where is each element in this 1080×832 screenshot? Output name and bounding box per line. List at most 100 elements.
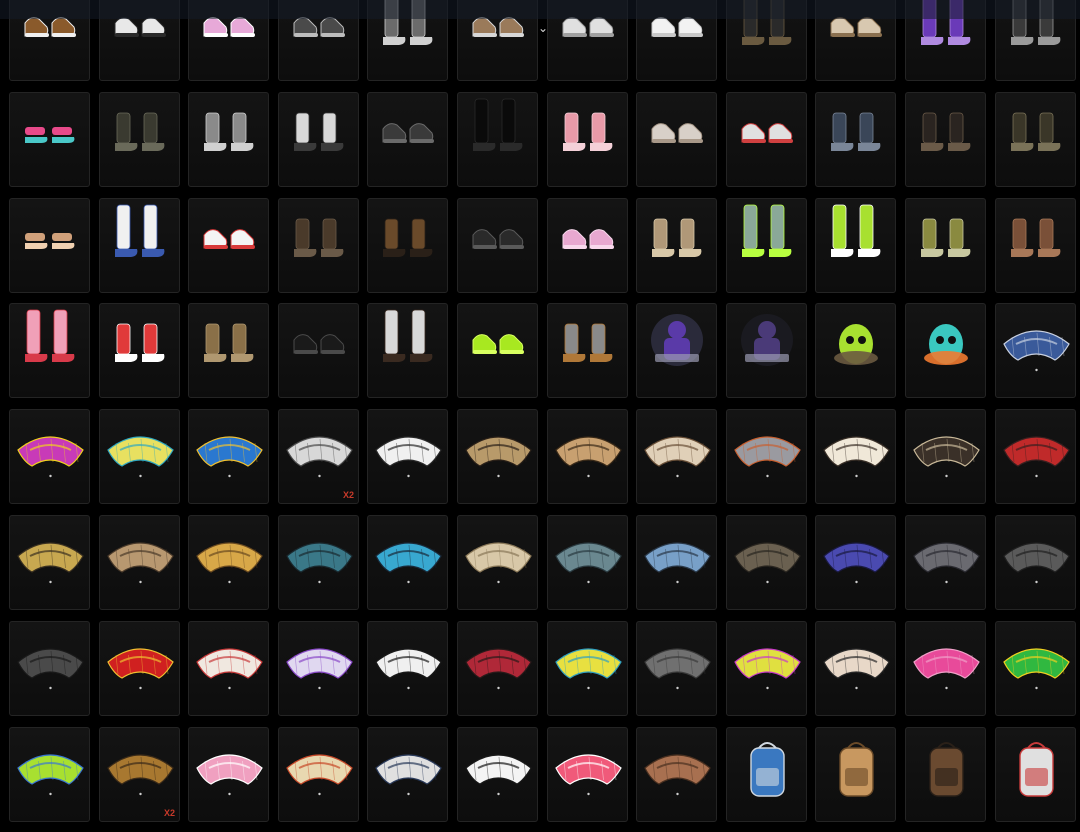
shoes-item-tile[interactable] (99, 198, 180, 293)
parachute-item-tile[interactable] (9, 515, 90, 610)
parachute-item-tile[interactable] (188, 409, 269, 504)
parachute-item-tile[interactable]: X2 (99, 727, 180, 822)
backpack-icon (750, 742, 785, 797)
parachute-item-tile[interactable] (905, 515, 986, 610)
shoes-item-tile[interactable] (636, 92, 717, 187)
parachute-item-tile[interactable] (278, 515, 359, 610)
shoes-item-tile[interactable] (278, 0, 359, 81)
shoes-item-tile[interactable] (188, 92, 269, 187)
shoes-item-tile[interactable] (547, 0, 628, 81)
shoes-item-tile[interactable] (995, 0, 1076, 81)
parachute-item-tile[interactable] (457, 515, 538, 610)
shoes-item-tile[interactable] (188, 198, 269, 293)
parachute-item-tile[interactable] (995, 621, 1076, 716)
parachute-item-tile[interactable] (815, 515, 896, 610)
parachute-item-tile[interactable] (188, 621, 269, 716)
parachute-item-tile[interactable] (9, 409, 90, 504)
parachute-item-tile[interactable] (995, 409, 1076, 504)
backpack-item-tile[interactable] (726, 727, 807, 822)
shoes-item-tile[interactable] (726, 92, 807, 187)
parachute-item-tile[interactable] (547, 409, 628, 504)
shoes-item-tile[interactable] (367, 92, 448, 187)
backpack-item-tile[interactable] (815, 727, 896, 822)
parachute-item-tile[interactable] (905, 621, 986, 716)
shoes-item-tile[interactable] (188, 0, 269, 81)
shoes-item-tile[interactable] (726, 0, 807, 81)
parachute-item-tile[interactable] (636, 621, 717, 716)
parachute-item-tile[interactable] (99, 621, 180, 716)
parachute-item-tile[interactable] (995, 515, 1076, 610)
chevron-down-icon[interactable]: ⌄ (535, 21, 551, 35)
shoes-item-tile[interactable] (815, 92, 896, 187)
parachute-item-tile[interactable] (367, 621, 448, 716)
parachute-item-tile[interactable] (367, 515, 448, 610)
shoes-item-tile[interactable] (367, 303, 448, 398)
shoes-item-tile[interactable] (547, 303, 628, 398)
shoes-item-tile[interactable] (9, 303, 90, 398)
parachute-item-tile[interactable] (367, 727, 448, 822)
parachute-item-tile[interactable] (905, 409, 986, 504)
shoes-item-tile[interactable] (9, 198, 90, 293)
shoes-icon (921, 112, 971, 151)
shoes-item-tile[interactable] (815, 0, 896, 81)
parachute-item-tile[interactable] (547, 515, 628, 610)
shoes-item-tile[interactable] (726, 198, 807, 293)
shoes-item-tile[interactable] (547, 198, 628, 293)
shoes-item-tile[interactable] (636, 198, 717, 293)
emote-item-tile[interactable] (726, 303, 807, 398)
parachute-item-tile[interactable] (726, 515, 807, 610)
shoes-item-tile[interactable] (636, 0, 717, 81)
shoes-item-tile[interactable] (278, 303, 359, 398)
parachute-item-tile[interactable] (278, 621, 359, 716)
shoes-item-tile[interactable] (995, 92, 1076, 187)
parachute-item-tile[interactable]: X2 (278, 409, 359, 504)
shoes-item-tile[interactable] (815, 198, 896, 293)
shoes-item-tile[interactable] (457, 0, 538, 81)
shoes-item-tile[interactable] (278, 92, 359, 187)
parachute-item-tile[interactable] (457, 621, 538, 716)
parachute-item-tile[interactable] (636, 515, 717, 610)
parachute-item-tile[interactable] (457, 409, 538, 504)
shoes-item-tile[interactable] (188, 303, 269, 398)
shoes-item-tile[interactable] (278, 198, 359, 293)
parachute-item-tile[interactable] (547, 727, 628, 822)
shoes-item-tile[interactable] (905, 198, 986, 293)
shoes-item-tile[interactable] (9, 0, 90, 81)
emote-item-tile[interactable] (815, 303, 896, 398)
parachute-item-tile[interactable] (188, 727, 269, 822)
parachute-item-tile[interactable] (9, 727, 90, 822)
parachute-item-tile[interactable] (815, 409, 896, 504)
parachute-item-tile[interactable] (457, 727, 538, 822)
shoes-item-tile[interactable] (905, 0, 986, 81)
parachute-item-tile[interactable] (726, 621, 807, 716)
shoes-item-tile[interactable] (905, 92, 986, 187)
parachute-item-tile[interactable] (99, 515, 180, 610)
shoes-item-tile[interactable] (99, 92, 180, 187)
parachute-item-tile[interactable] (278, 727, 359, 822)
backpack-item-tile[interactable] (905, 727, 986, 822)
shoes-item-tile[interactable] (457, 92, 538, 187)
shoes-item-tile[interactable] (995, 198, 1076, 293)
parachute-item-tile[interactable] (995, 303, 1076, 398)
shoes-item-tile[interactable] (547, 92, 628, 187)
parachute-item-tile[interactable] (9, 621, 90, 716)
shoes-item-tile[interactable] (457, 303, 538, 398)
shoes-item-tile[interactable] (9, 92, 90, 187)
parachute-item-tile[interactable] (367, 409, 448, 504)
parachute-item-tile[interactable] (188, 515, 269, 610)
shoes-item-tile[interactable] (99, 0, 180, 81)
parachute-item-tile[interactable] (99, 409, 180, 504)
shoes-icon (204, 323, 254, 362)
shoes-item-tile[interactable] (367, 198, 448, 293)
shoes-item-tile[interactable] (367, 0, 448, 81)
parachute-item-tile[interactable] (547, 621, 628, 716)
parachute-item-tile[interactable] (726, 409, 807, 504)
emote-item-tile[interactable] (636, 303, 717, 398)
backpack-item-tile[interactable] (995, 727, 1076, 822)
parachute-item-tile[interactable] (815, 621, 896, 716)
emote-item-tile[interactable] (905, 303, 986, 398)
shoes-item-tile[interactable] (99, 303, 180, 398)
parachute-item-tile[interactable] (636, 727, 717, 822)
shoes-item-tile[interactable] (457, 198, 538, 293)
parachute-item-tile[interactable] (636, 409, 717, 504)
